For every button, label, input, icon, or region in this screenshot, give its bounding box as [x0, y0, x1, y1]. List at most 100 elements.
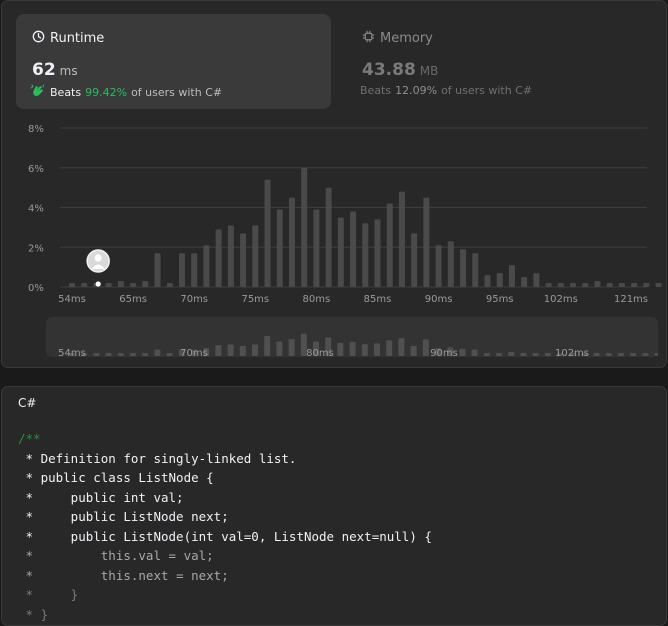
memory-value-number: 43.88 — [362, 60, 416, 80]
overview-bar — [532, 353, 539, 356]
chart-bar — [618, 283, 625, 287]
code-block[interactable]: /** * Definition for singly-linked list.… — [18, 429, 432, 624]
overview-bar — [593, 353, 600, 356]
runtime-beats-label: Beats — [50, 86, 82, 99]
chart-bar — [227, 225, 234, 287]
overview-bar — [386, 340, 393, 356]
y-tick-label: 8% — [28, 124, 44, 135]
chart-bar — [508, 265, 515, 287]
runtime-value: 62 ms — [32, 60, 78, 80]
chart-bar — [166, 283, 173, 287]
x-tick-label: 80ms — [303, 294, 331, 305]
chart-bar — [337, 217, 344, 287]
code-line: * public class ListNode { — [18, 470, 214, 485]
chart-bar — [325, 187, 332, 287]
y-tick-label: 4% — [28, 204, 44, 215]
code-line: * public ListNode next; — [18, 509, 229, 524]
clapping-hands-icon — [30, 84, 46, 101]
overview-bar — [337, 342, 344, 356]
runtime-title: Runtime — [32, 30, 104, 47]
overview-bar — [93, 353, 100, 356]
clock-icon — [32, 30, 45, 47]
overview-bar — [508, 351, 515, 356]
chart-bar — [276, 209, 283, 287]
chart-overview-slider[interactable]: 54ms 70ms 80ms 90ms 102ms — [46, 317, 658, 357]
y-tick-label: 0% — [28, 283, 44, 294]
overview-bar — [496, 353, 502, 356]
code-line: * public int val; — [18, 489, 184, 505]
overview-tick-label: 90ms — [430, 348, 458, 357]
chart-bar — [533, 273, 540, 287]
code-line: * this.val = val; — [18, 548, 214, 563]
runtime-title-label: Runtime — [50, 31, 105, 46]
chart-bar — [411, 233, 418, 287]
runtime-distribution-chart[interactable]: 8% 6% 4% 2% 0% 54ms 65ms 70ms 75ms 80ms 85ms 90ms 95… — [2, 111, 668, 311]
runtime-beats-percent: 99.42% — [85, 86, 128, 99]
chart-bar — [313, 209, 320, 287]
overview-tick-label: 80ms — [306, 348, 334, 357]
chip-icon — [362, 30, 375, 47]
code-line: * Definition for singly-linked list. — [18, 450, 297, 466]
overview-bar — [215, 345, 222, 356]
overview-bar — [117, 353, 124, 356]
chart-bar — [288, 197, 295, 287]
chart-bar — [154, 253, 161, 287]
x-tick-label: 102ms — [544, 294, 578, 305]
performance-panel: Runtime 62 ms Beats 99.42% of users with … — [1, 0, 667, 368]
memory-card[interactable]: Memory 43.88 MB Beats 12.09% of users wit… — [346, 14, 658, 109]
code-line: * public ListNode(int val=0, ListNode ne… — [18, 528, 432, 544]
x-tick-label: 75ms — [241, 294, 269, 305]
chart-bar — [105, 283, 112, 287]
runtime-beats: Beats 99.42% of users with C# — [30, 84, 222, 101]
runtime-card[interactable]: Runtime 62 ms Beats 99.42% of users with … — [16, 14, 331, 109]
overview-bar — [374, 343, 380, 356]
overview-bar — [130, 353, 136, 356]
chart-bar — [81, 283, 88, 287]
overview-chart: 54ms 70ms 80ms 90ms 102ms — [58, 333, 658, 357]
user-avatar-icon — [86, 249, 110, 273]
x-tick-label: 65ms — [119, 294, 147, 305]
overview-bar — [227, 344, 234, 356]
memory-title: Memory — [362, 30, 433, 47]
overview-bar — [288, 339, 295, 356]
chart-bar — [447, 241, 454, 287]
overview-bar — [422, 339, 429, 356]
chart-bar — [301, 167, 308, 287]
memory-beats: Beats 12.09% of users with C# — [360, 84, 532, 97]
chart-bar — [240, 233, 247, 287]
chart-bar — [252, 225, 259, 287]
chart-bar — [460, 249, 467, 287]
overview-bar — [252, 344, 258, 356]
x-tick-label: 85ms — [364, 294, 392, 305]
overview-bar — [605, 353, 612, 356]
chart-bar — [203, 245, 210, 287]
chart-bar — [69, 283, 75, 287]
overview-bar — [398, 338, 405, 356]
overview-bar — [654, 353, 658, 356]
code-language-label: C# — [18, 396, 37, 410]
overview-bar — [349, 341, 356, 356]
overview-bar — [276, 341, 283, 356]
runtime-beats-suffix: of users with C# — [131, 86, 223, 99]
overview-tick-label: 102ms — [555, 348, 589, 357]
chart-bar — [631, 283, 638, 287]
chart-bar — [191, 253, 198, 287]
overview-bar — [264, 335, 271, 356]
chart-bar — [374, 219, 381, 287]
overview-bar — [520, 353, 527, 356]
chart-bar — [521, 277, 528, 287]
chart-bar — [350, 211, 357, 287]
memory-beats-percent: 12.09% — [395, 84, 438, 97]
overview-bar — [544, 353, 551, 356]
overview-bar — [459, 348, 466, 356]
memory-title-label: Memory — [380, 31, 433, 46]
code-line: * } — [18, 606, 49, 622]
x-tick-label: 54ms — [58, 294, 86, 305]
memory-beats-label: Beats — [360, 84, 392, 97]
chart-bar — [215, 229, 222, 287]
chart-bar — [655, 283, 662, 287]
chart-bar — [423, 197, 430, 287]
x-tick-label: 95ms — [486, 294, 514, 305]
overview-bar — [410, 345, 417, 356]
x-tick-label: 70ms — [180, 294, 208, 305]
